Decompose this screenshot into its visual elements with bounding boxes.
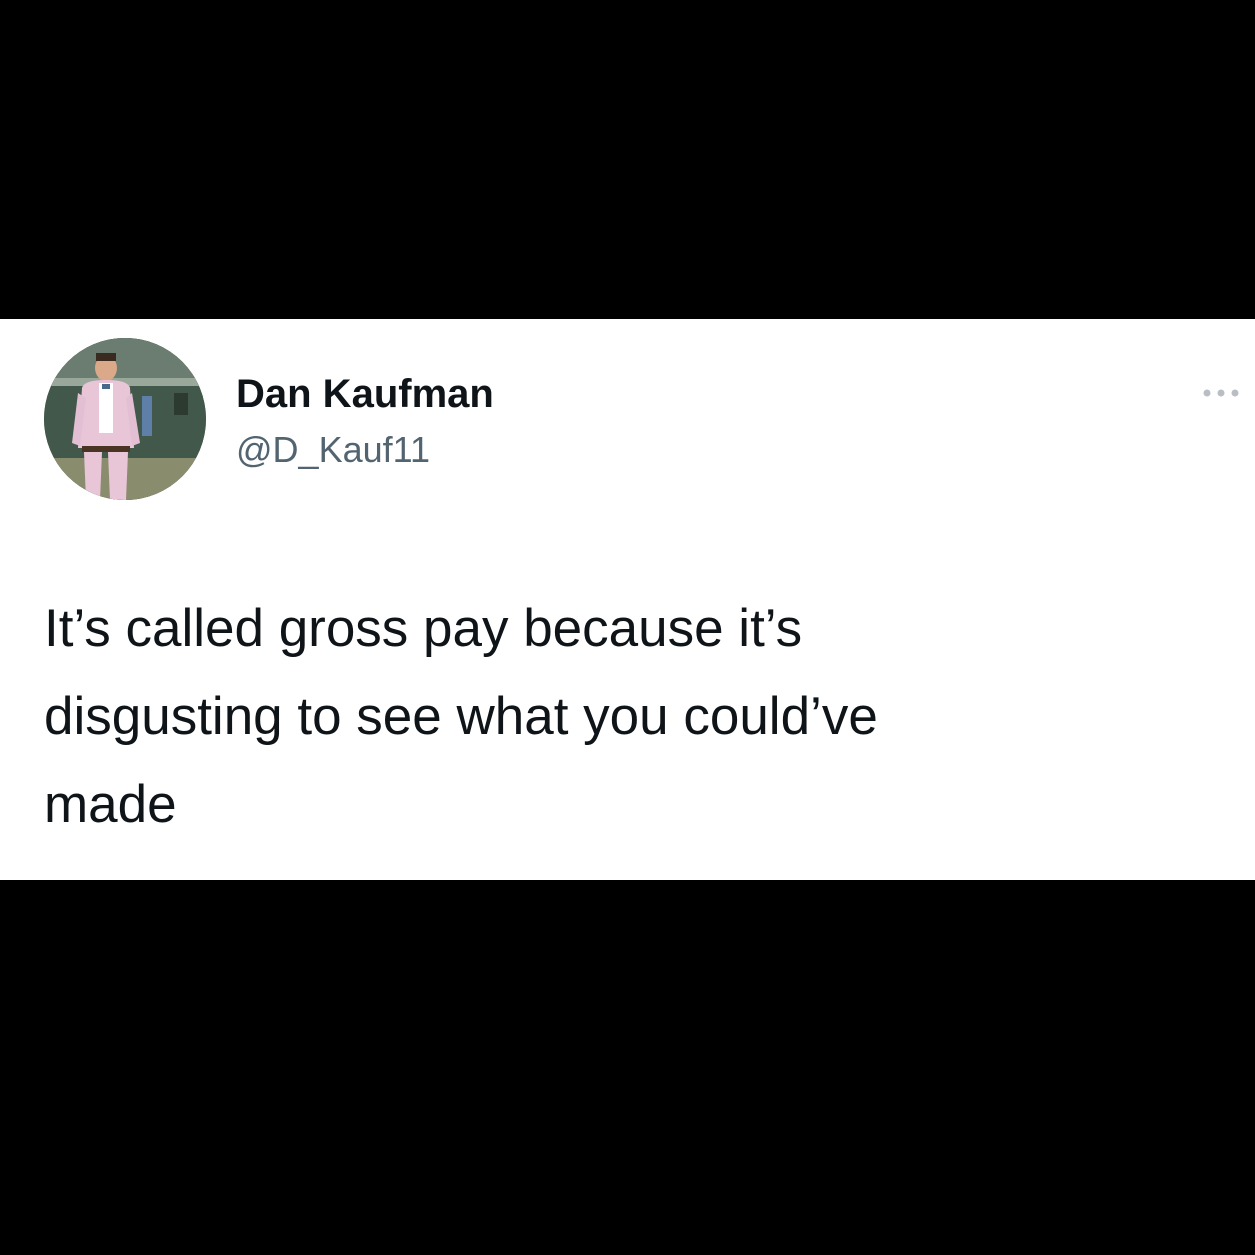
tweet-text-line: disgusting to see what you could’ve	[44, 687, 878, 746]
screenshot-frame: Dan Kaufman @D_Kauf11 It’s called gross …	[0, 0, 1255, 1255]
more-options-button[interactable]	[1196, 378, 1246, 408]
tweet-text-line: It’s called gross pay because it’s	[44, 599, 803, 658]
author-display-name[interactable]: Dan Kaufman	[236, 370, 494, 418]
avatar[interactable]	[44, 338, 206, 500]
tweet-text-line: made	[44, 775, 177, 834]
more-horizontal-icon	[1203, 389, 1239, 397]
profile-photo-icon	[44, 338, 206, 500]
tweet-text: It’s called gross pay because it’s disgu…	[44, 585, 1194, 849]
author-handle[interactable]: @D_Kauf11	[236, 428, 430, 472]
